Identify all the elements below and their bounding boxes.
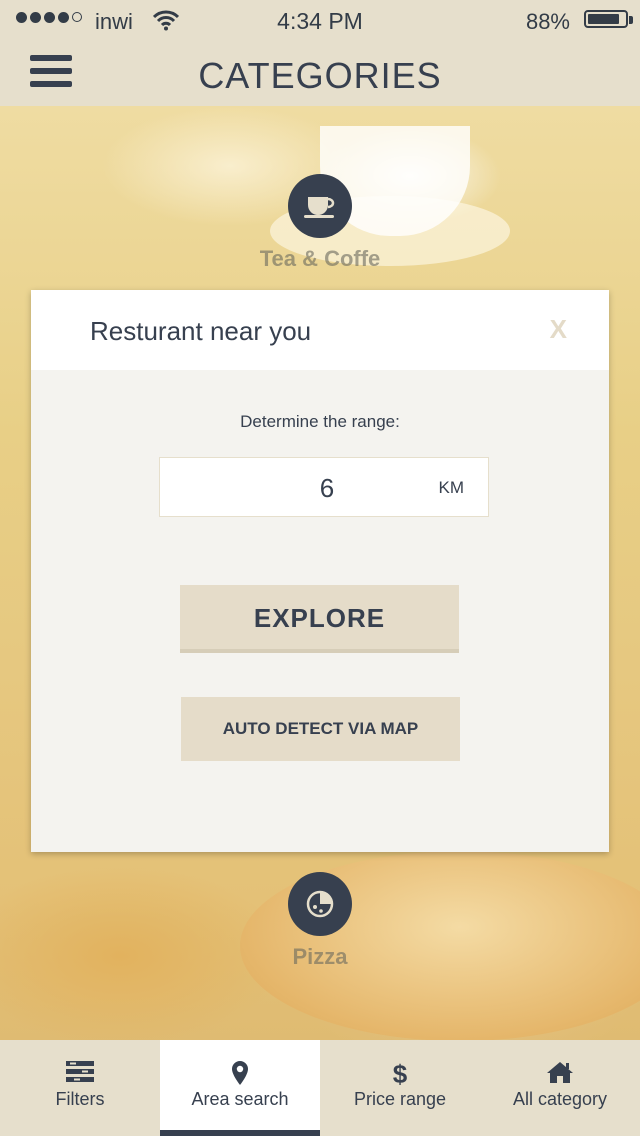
tab-label: Area search <box>191 1089 289 1109</box>
tab-label: Price range <box>353 1089 447 1109</box>
tab-area-search[interactable]: Area search <box>160 1040 320 1136</box>
coffee-cup-icon <box>288 174 352 238</box>
close-icon[interactable]: X <box>550 314 567 345</box>
explore-button[interactable]: EXPLORE <box>180 585 459 653</box>
category-label: Pizza <box>292 944 348 969</box>
navigation-bar: CATEGORIES <box>0 40 640 106</box>
range-unit: KM <box>438 478 465 497</box>
map-pin-icon <box>232 1061 248 1085</box>
pizza-icon <box>288 872 352 936</box>
status-bar: inwi 4:34 PM 88% <box>0 0 640 40</box>
battery-tip <box>629 16 633 24</box>
bottom-tab-bar: Filters Area search $ Price range All ca… <box>0 1040 640 1136</box>
tab-all-category[interactable]: All category <box>480 1040 640 1136</box>
range-field: KM <box>159 457 494 518</box>
battery-percentage: 88% <box>525 9 570 34</box>
tab-filters[interactable]: Filters <box>0 1040 160 1136</box>
svg-text:$: $ <box>393 1060 408 1088</box>
category-label: Tea & Coffe <box>259 246 381 271</box>
category-pizza[interactable]: Pizza <box>220 872 420 970</box>
home-icon <box>547 1062 573 1083</box>
battery-icon <box>584 10 628 28</box>
tab-price-range[interactable]: $ Price range <box>320 1040 480 1136</box>
tab-label: Filters <box>55 1089 105 1109</box>
tab-label: All category <box>512 1089 608 1109</box>
dollar-icon: $ <box>393 1060 408 1088</box>
category-tea-coffee[interactable]: Tea & Coffe <box>220 174 420 272</box>
dialog-header: Resturant near you X <box>31 290 609 370</box>
filters-icon <box>66 1061 94 1082</box>
dialog-title: Resturant near you <box>90 316 312 346</box>
range-label: Determine the range: <box>240 412 400 431</box>
auto-detect-via-map-button[interactable]: AUTO DETECT VIA MAP <box>181 697 460 761</box>
page-title: CATEGORIES <box>198 55 442 96</box>
restaurant-near-you-dialog: Resturant near you X Determine the range… <box>31 290 609 852</box>
